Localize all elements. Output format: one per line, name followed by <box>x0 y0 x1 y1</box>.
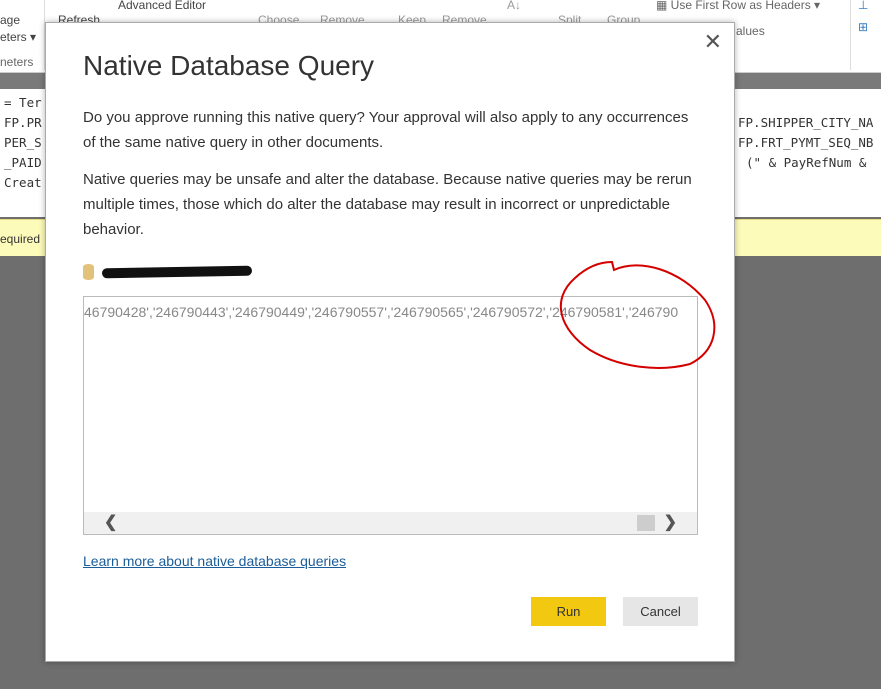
append-icon[interactable]: ⊥ <box>858 0 868 12</box>
query-text: 46790428','246790443','246790449','24679… <box>84 304 679 320</box>
warning-text: Native queries may be unsafe and alter t… <box>83 171 692 238</box>
manage-parameters-label[interactable]: age <box>0 13 20 27</box>
manage-parameters-dropdown[interactable]: eters ▾ <box>0 30 36 44</box>
code-line: = Ter <box>4 95 42 110</box>
horizontal-scrollbar[interactable]: ❮ ❯ <box>84 512 697 534</box>
merge-icon[interactable]: ⊞ <box>858 20 868 34</box>
cancel-button[interactable]: Cancel <box>623 597 698 626</box>
code-line: FP.FRT_PYMT_SEQ_NB <box>738 135 874 150</box>
data-source <box>83 261 253 283</box>
query-textbox[interactable]: 46790428','246790443','246790449','24679… <box>83 296 698 535</box>
learn-more-link[interactable]: Learn more about native database queries <box>83 553 346 569</box>
code-line: _PAID <box>4 155 42 170</box>
parameters-group-label: neters <box>0 55 34 69</box>
run-button[interactable]: Run <box>531 597 606 626</box>
code-line: Creat <box>4 175 42 190</box>
scroll-left-icon[interactable]: ❮ <box>104 512 117 534</box>
warning-text: equired <box>0 232 41 246</box>
code-line: FP.PR <box>4 115 42 130</box>
code-line: (" & PayRefNum & <box>746 155 867 170</box>
redacted-source-name <box>101 265 253 279</box>
dialog-title: Native Database Query <box>83 50 375 81</box>
approval-text: Do you approve running this native query… <box>83 109 689 151</box>
table-icon: ▦ <box>656 0 671 12</box>
code-line: FP.SHIPPER_CITY_NA <box>738 115 874 130</box>
use-first-row-label: Use First Row as Headers ▾ <box>670 0 821 12</box>
code-line: PER_S <box>4 135 42 150</box>
use-first-row-headers-button[interactable]: ▦ Use First Row as Headers ▾ <box>656 0 820 12</box>
native-query-dialog: ✕ Native Database Query Do you approve r… <box>45 22 735 662</box>
sort-icon[interactable]: A↓ <box>507 0 521 12</box>
close-icon[interactable]: ✕ <box>704 29 722 55</box>
replace-values-label[interactable]: alues <box>736 24 765 38</box>
database-icon <box>83 264 94 280</box>
scroll-thumb[interactable] <box>637 515 655 531</box>
advanced-editor-button[interactable]: Advanced Editor <box>118 0 206 12</box>
scroll-right-icon[interactable]: ❯ <box>664 512 677 534</box>
